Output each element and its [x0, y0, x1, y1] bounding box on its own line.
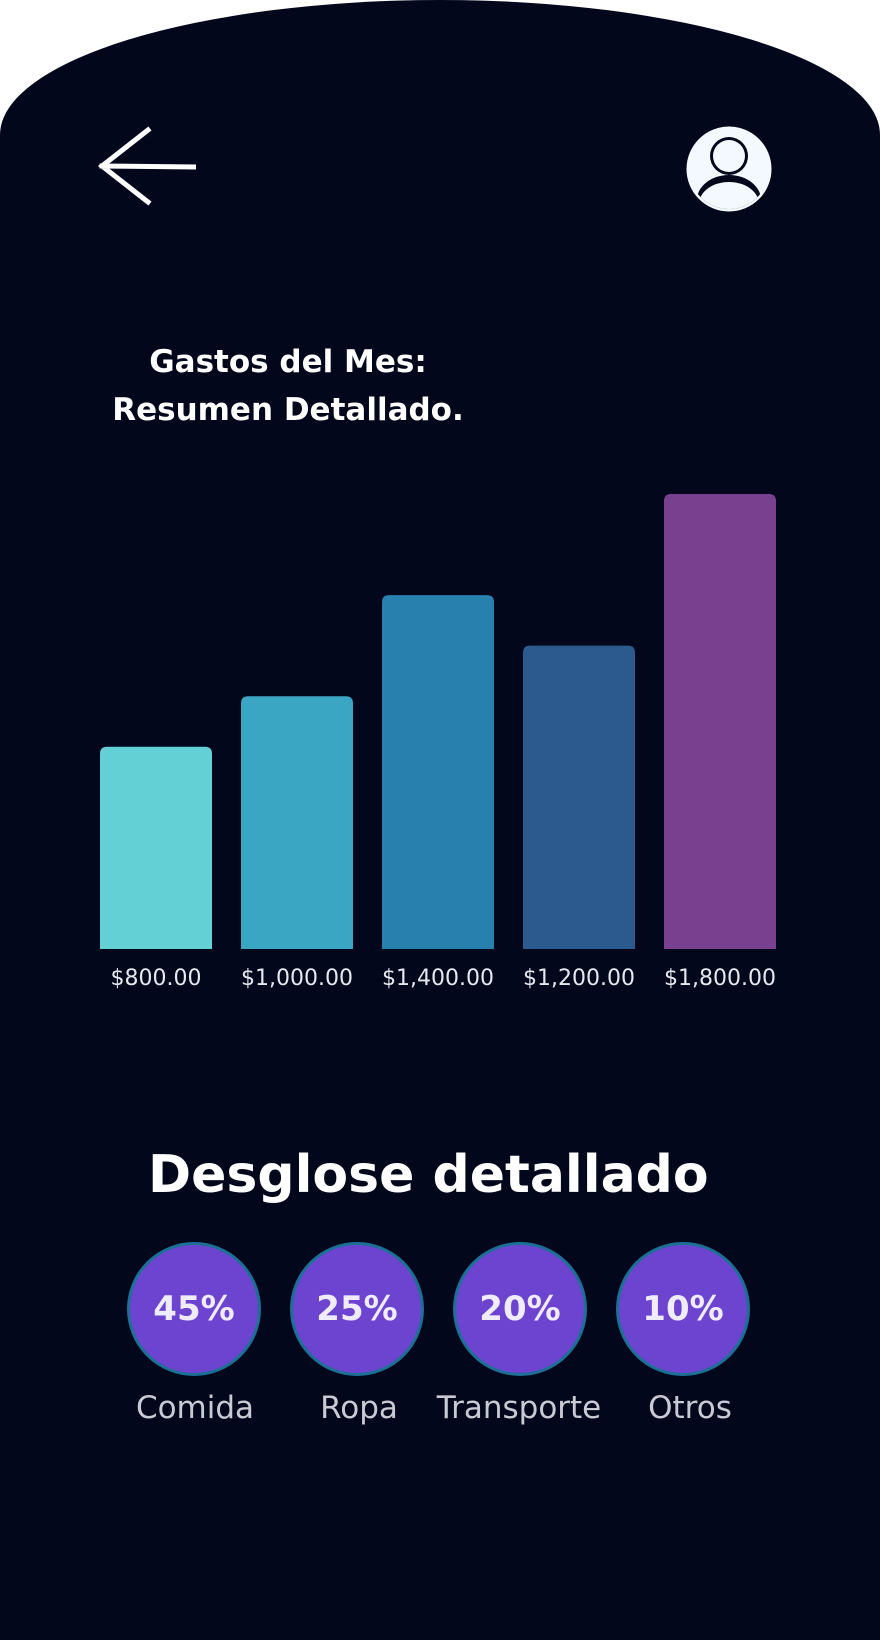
percent-circle-comida[interactable]: 45% — [127, 1242, 261, 1376]
app-screen: Gastos del Mes: Resumen Detallado. $800.… — [0, 0, 880, 1640]
chart-value-label: $1,000.00 — [241, 966, 353, 991]
breakdown-title: Desglose detallado — [148, 1145, 709, 1205]
category-label-otros: Otros — [648, 1390, 732, 1426]
percent-circle-ropa[interactable]: 25% — [290, 1242, 424, 1376]
chart-bar — [523, 645, 635, 949]
percent-circle-otros[interactable]: 10% — [616, 1242, 750, 1376]
category-label-comida: Comida — [135, 1390, 255, 1426]
chart-bar — [100, 746, 212, 949]
chart-value-label: $1,800.00 — [664, 966, 776, 991]
category-label-transporte: Transporte — [436, 1390, 602, 1426]
percent-value: 10% — [642, 1289, 724, 1329]
chart-bar — [382, 595, 494, 949]
chart-value-label: $1,400.00 — [382, 966, 494, 991]
chart-bar — [664, 494, 776, 949]
percent-value: 45% — [153, 1289, 235, 1329]
expenses-bar-chart: $800.00 $1,000.00 $1,400.00 $1,200.00 $1,800… — [100, 494, 776, 991]
percent-value: 25% — [316, 1289, 398, 1329]
percent-circle-transporte[interactable]: 20% — [453, 1242, 587, 1376]
chart-value-label: $1,200.00 — [523, 966, 635, 991]
chart-bar — [241, 696, 353, 949]
chart-value-label: $800.00 — [111, 966, 202, 991]
percent-value: 20% — [479, 1289, 561, 1329]
